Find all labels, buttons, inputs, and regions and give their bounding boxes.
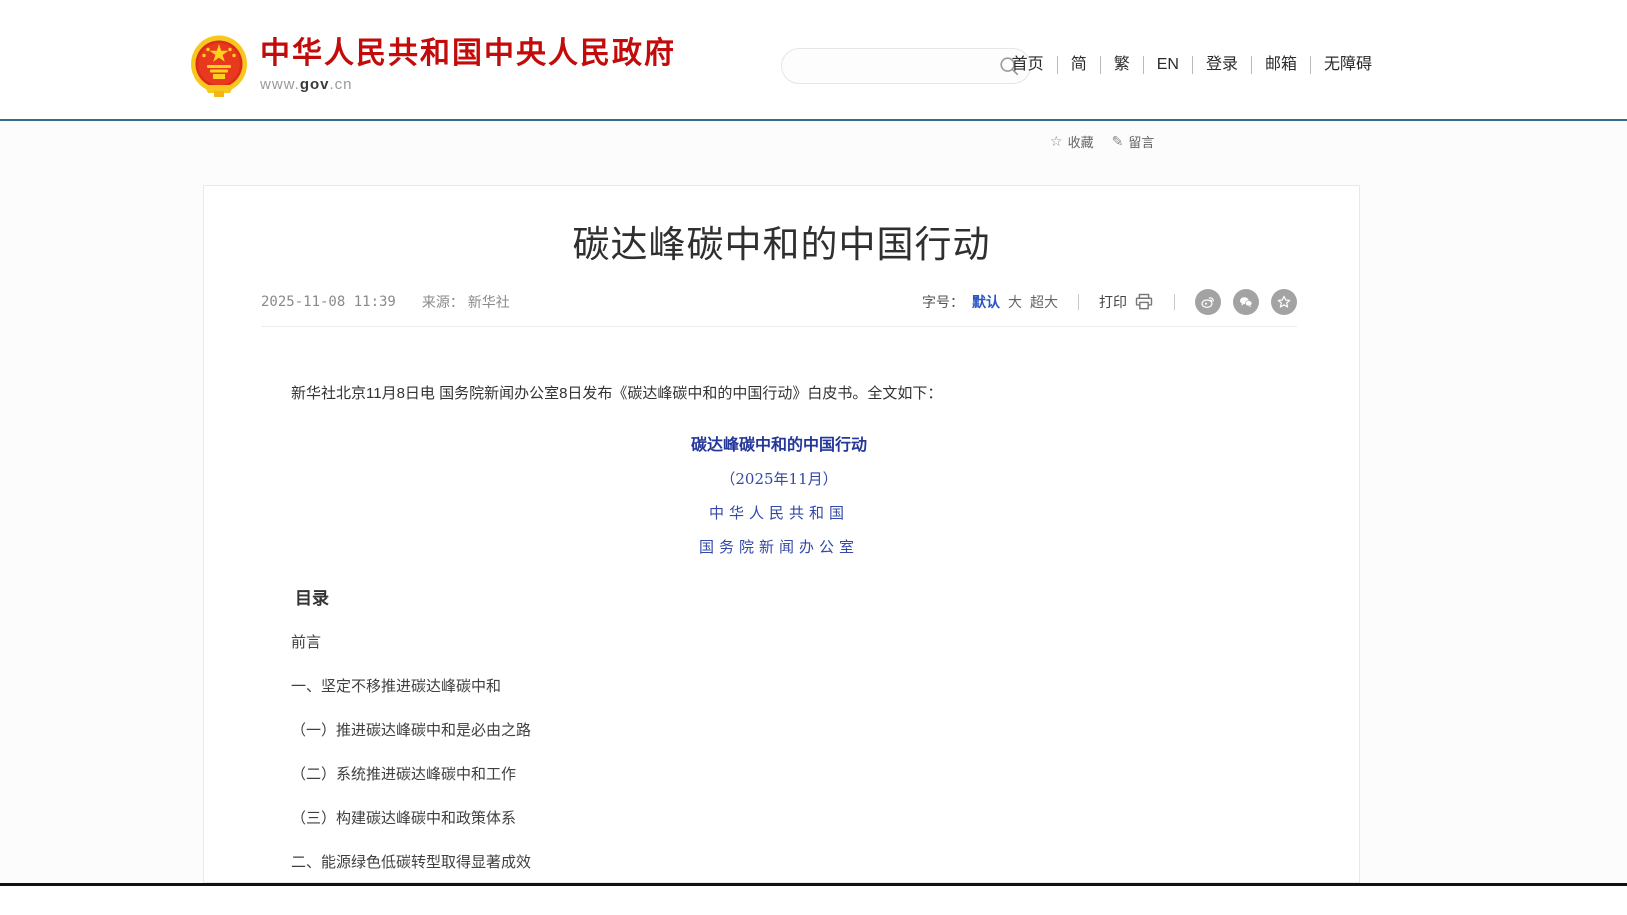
nav-accessibility[interactable]: 无障碍 xyxy=(1310,56,1372,74)
favorite-button[interactable]: ☆ 收藏 xyxy=(1050,132,1094,151)
below-window-strip xyxy=(0,886,1627,915)
toc-item: （一）推进碳达峰碳中和是必由之路 xyxy=(261,721,1297,741)
toc-item: 一、坚定不移推进碳达峰碳中和 xyxy=(261,677,1297,697)
nav-english[interactable]: EN xyxy=(1143,56,1192,74)
article-title: 碳达峰碳中和的中国行动 xyxy=(204,214,1359,268)
toc-heading: 目录 xyxy=(261,584,1297,609)
document-org-line2: 国务院新闻办公室 xyxy=(261,536,1297,557)
nav-mail[interactable]: 邮箱 xyxy=(1251,56,1310,74)
font-size-xlarge[interactable]: 超大 xyxy=(1030,292,1058,312)
intro-paragraph: 新华社北京11月8日电 国务院新闻办公室8日发布《碳达峰碳中和的中国行动》白皮书… xyxy=(261,382,1297,406)
toc-item: 二、能源绿色低碳转型取得显著成效 xyxy=(261,853,1297,873)
publish-date: 2025-11-08 11:39 xyxy=(261,294,396,310)
star-outline-icon: ☆ xyxy=(1050,133,1063,150)
site-logo[interactable]: 中华人民共和国中央人民政府 www.gov.cn xyxy=(190,35,676,99)
meta-divider xyxy=(261,326,1297,327)
printer-icon xyxy=(1134,292,1154,312)
article-meta-right: 字号： 默认 大 超大 打印 xyxy=(922,289,1297,315)
document-title: 碳达峰碳中和的中国行动 xyxy=(261,431,1297,455)
toc-item: （二）系统推进碳达峰碳中和工作 xyxy=(261,765,1297,785)
print-button[interactable]: 打印 xyxy=(1099,292,1154,312)
toc-item: 前言 xyxy=(261,633,1297,653)
document-org-line1: 中华人民共和国 xyxy=(261,502,1297,523)
document-heading: 碳达峰碳中和的中国行动 （2025年11月） 中华人民共和国 国务院新闻办公室 xyxy=(261,431,1297,557)
divider xyxy=(1078,294,1079,310)
search-box[interactable] xyxy=(781,48,1031,84)
favorite-label: 收藏 xyxy=(1068,132,1094,151)
national-emblem-icon xyxy=(190,35,248,99)
qzone-star-icon[interactable] xyxy=(1271,289,1297,315)
nav-login[interactable]: 登录 xyxy=(1192,56,1251,74)
font-size-default[interactable]: 默认 xyxy=(972,292,1000,312)
page: 中华人民共和国中央人民政府 www.gov.cn 首页 简 繁 EN 登录 邮箱… xyxy=(0,0,1627,915)
page-action-row: ☆ 收藏 ✎ 留言 xyxy=(1050,132,1154,151)
print-label: 打印 xyxy=(1099,292,1127,312)
search-input[interactable] xyxy=(798,58,998,74)
site-url: www.gov.cn xyxy=(260,76,676,93)
message-label: 留言 xyxy=(1128,132,1154,151)
article-source: 来源： 新华社 xyxy=(422,292,510,312)
font-size-large[interactable]: 大 xyxy=(1008,292,1022,312)
article-meta-row: 2025-11-08 11:39 来源： 新华社 字号： 默认 大 超大 打印 xyxy=(261,289,1297,315)
article-meta-left: 2025-11-08 11:39 来源： 新华社 xyxy=(261,292,510,312)
article-panel: 碳达峰碳中和的中国行动 2025-11-08 11:39 来源： 新华社 字号：… xyxy=(203,185,1360,883)
pencil-icon: ✎ xyxy=(1112,133,1124,150)
divider xyxy=(1174,294,1175,310)
document-date: （2025年11月） xyxy=(261,468,1297,489)
message-button[interactable]: ✎ 留言 xyxy=(1112,132,1155,151)
site-header: 中华人民共和国中央人民政府 www.gov.cn 首页 简 繁 EN 登录 邮箱… xyxy=(0,0,1627,121)
nav-home[interactable]: 首页 xyxy=(1012,56,1057,74)
nav-traditional[interactable]: 繁 xyxy=(1100,56,1143,74)
toc-item: （三）构建碳达峰碳中和政策体系 xyxy=(261,809,1297,829)
weibo-icon[interactable] xyxy=(1195,289,1221,315)
article-body: 新华社北京11月8日电 国务院新闻办公室8日发布《碳达峰碳中和的中国行动》白皮书… xyxy=(261,382,1297,883)
top-nav: 首页 简 繁 EN 登录 邮箱 无障碍 xyxy=(1012,56,1372,74)
font-size-label: 字号： xyxy=(922,292,964,312)
nav-simplified[interactable]: 简 xyxy=(1057,56,1100,74)
toc-list: 前言 一、坚定不移推进碳达峰碳中和 （一）推进碳达峰碳中和是必由之路 （二）系统… xyxy=(261,633,1297,883)
wechat-icon[interactable] xyxy=(1233,289,1259,315)
site-identity: 中华人民共和国中央人民政府 www.gov.cn xyxy=(260,35,676,93)
site-title: 中华人民共和国中央人民政府 xyxy=(260,37,676,71)
share-group xyxy=(1195,289,1297,315)
